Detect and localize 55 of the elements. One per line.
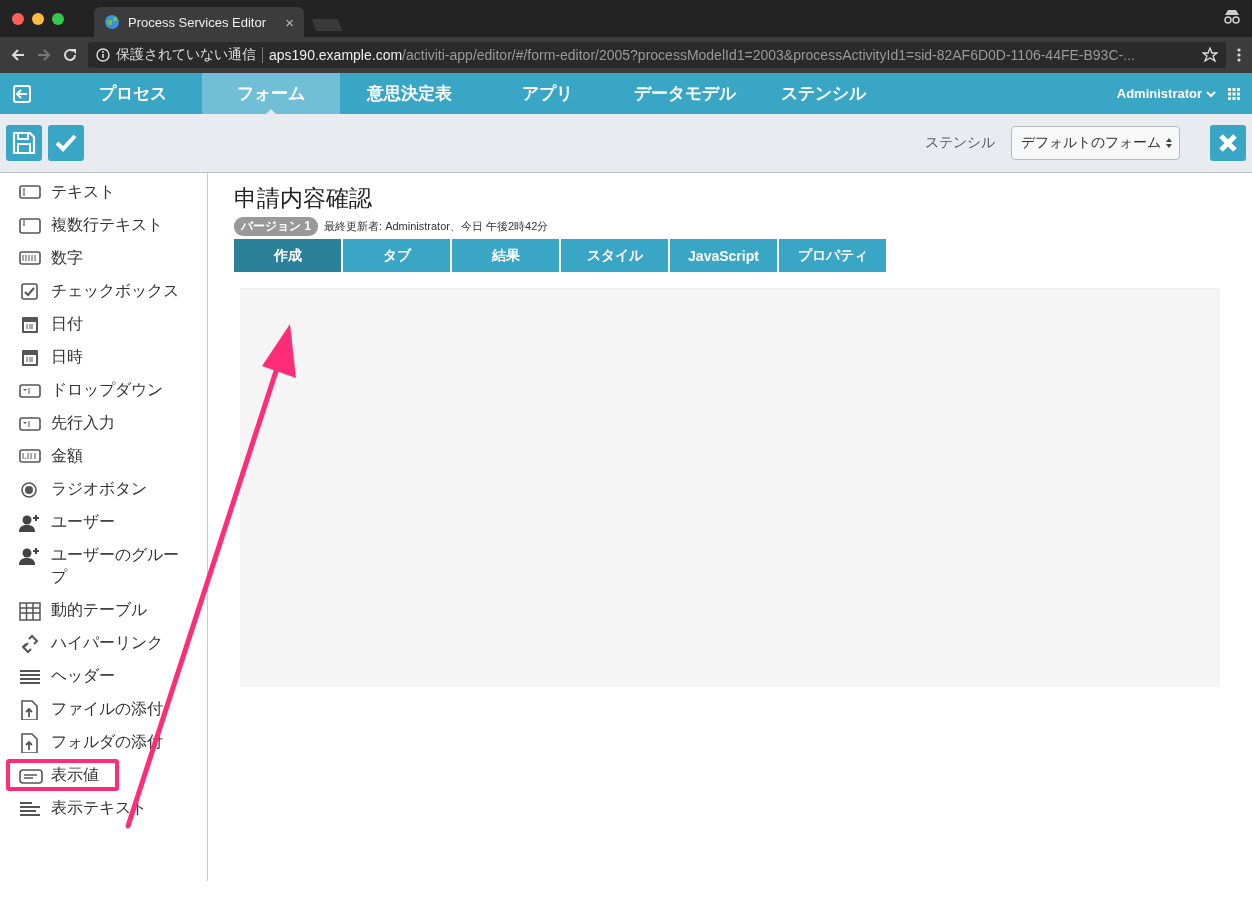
palette-item[interactable]: 複数行テキスト [6,209,173,241]
apps-grid-icon[interactable] [1228,87,1240,100]
palette-item[interactable]: 数字 [6,242,93,274]
maximize-window-icon[interactable] [52,13,64,25]
security-label: 保護されていない通信 [116,46,256,64]
minimize-window-icon[interactable] [32,13,44,25]
palette-item[interactable]: ファイルの添付 [6,693,173,725]
palette-item[interactable]: 金額 [6,440,93,472]
version-badge: バージョン 1 [234,217,318,236]
incognito-icon [1222,8,1242,24]
new-tab-button[interactable] [311,19,343,31]
palette-item[interactable]: チェックボックス [6,275,189,307]
browser-tab[interactable]: Process Services Editor × [94,7,304,37]
editor-tab[interactable]: 作成 [234,239,341,272]
table-icon [19,601,43,621]
reload-icon[interactable] [62,47,78,63]
star-icon[interactable] [1202,47,1218,63]
palette-item[interactable]: ユーザー [6,506,125,538]
palette-item[interactable]: 動的テーブル [6,594,157,626]
forward-icon[interactable] [36,47,52,63]
address-bar[interactable]: 保護されていない通信 aps190.example.com/activiti-app/editor/#/form-editor/2005?processModelId1=2003&processActivityId1=sid-82AF6D0D-1106-44FE-B93C-... [88,42,1226,68]
menu-icon[interactable] [1236,47,1242,63]
text-area-icon [19,216,43,236]
exit-icon[interactable] [12,83,32,104]
palette-item[interactable]: ドロップダウン [6,374,173,406]
palette-item[interactable]: ヘッダー [6,660,125,692]
display-field-icon [19,766,43,786]
palette-item[interactable]: 表示値 [6,759,119,791]
close-icon [1217,132,1239,154]
validate-button[interactable] [48,125,84,161]
select-arrows-icon [1165,137,1173,149]
close-button[interactable] [1210,125,1246,161]
close-tab-icon[interactable]: × [285,13,294,31]
modified-text: 最終更新者: Administrator、今日 午後2時42分 [324,219,549,234]
stencil-select[interactable]: デフォルトのフォーム [1011,126,1180,160]
palette-item[interactable]: 日時 [6,341,93,373]
caret-icon [1206,89,1216,98]
dropdown-icon [19,381,43,401]
stencil-label: ステンシル [925,134,995,152]
info-icon [96,48,110,62]
lines-icon [19,667,43,687]
globe-icon [104,14,120,30]
palette-item[interactable]: 先行入力 [6,407,125,439]
close-window-icon[interactable] [12,13,24,25]
paragraph-icon [19,799,43,819]
palette-item[interactable]: ユーザーのグループ [6,539,197,593]
palette-item[interactable]: ハイパーリンク [6,627,173,659]
palette-item[interactable]: 日付 [6,308,93,340]
back-icon[interactable] [10,47,26,63]
dropdown-icon [19,414,43,434]
url-text: aps190.example.com/activiti-app/editor/#/form-editor/2005?processModelId1=2003&processActivityId1=sid-82AF6D0D-1106-44FE-B93C-... [269,47,1135,63]
save-button[interactable] [6,125,42,161]
palette-item[interactable]: テキスト [6,176,125,208]
palette-item[interactable]: ラジオボタン [6,473,157,505]
form-title: 申請内容確認 [234,184,373,213]
